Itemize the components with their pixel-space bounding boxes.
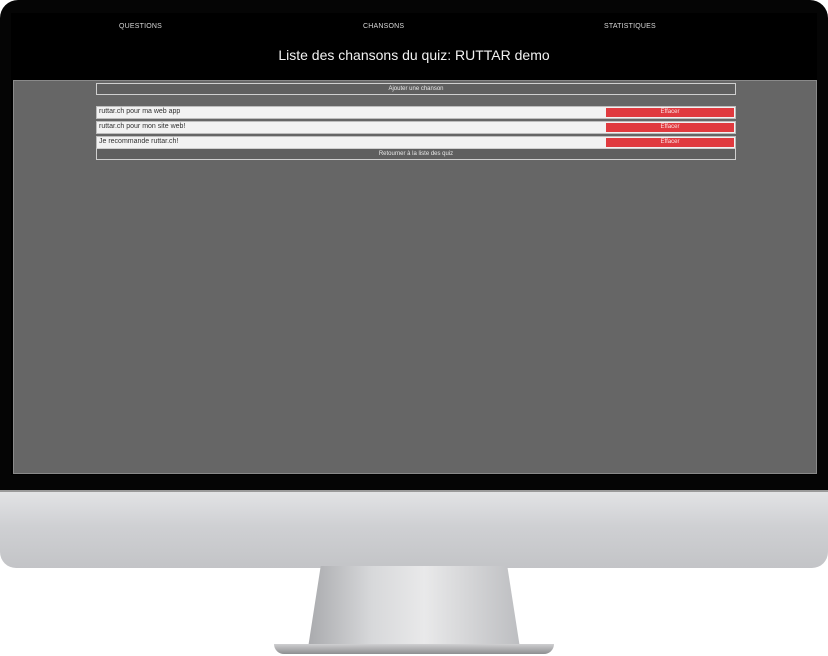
page-title: Liste des chansons du quiz: RUTTAR demo	[278, 47, 550, 63]
nav-chansons-link[interactable]: CHANSONS	[363, 23, 404, 30]
nav-statistiques-link[interactable]: STATISTIQUES	[604, 23, 656, 30]
app-screen: QUESTIONS CHANSONS STATISTIQUES Liste de…	[11, 13, 817, 475]
monitor-stand	[308, 566, 520, 648]
song-title: Je recommande ruttar.ch!	[99, 138, 179, 145]
monitor-base	[274, 644, 554, 654]
content-panel: Ajouter une chanson ruttar.ch pour ma we…	[13, 80, 817, 474]
delete-song-button[interactable]: Effacer	[606, 108, 734, 117]
add-song-button[interactable]: Ajouter une chanson	[96, 83, 736, 95]
song-title: ruttar.ch pour ma web app	[99, 108, 181, 115]
song-row: ruttar.ch pour mon site web! Effacer	[96, 121, 736, 134]
delete-song-button[interactable]: Effacer	[606, 138, 734, 147]
song-list: ruttar.ch pour ma web app Effacer ruttar…	[96, 106, 736, 151]
nav-questions-link[interactable]: QUESTIONS	[119, 23, 162, 30]
song-row: ruttar.ch pour ma web app Effacer	[96, 106, 736, 119]
monitor-chin	[0, 490, 828, 568]
back-to-quiz-list-button[interactable]: Retourner à la liste des quiz	[96, 148, 736, 160]
top-nav: QUESTIONS CHANSONS STATISTIQUES	[11, 13, 817, 41]
delete-song-button[interactable]: Effacer	[606, 123, 734, 132]
song-title: ruttar.ch pour mon site web!	[99, 123, 186, 130]
